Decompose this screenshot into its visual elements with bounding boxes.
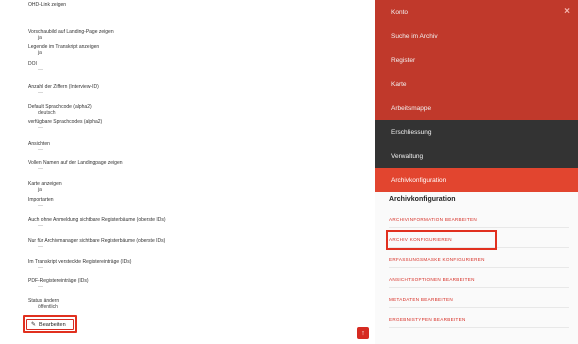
- setting-value: ja: [38, 50, 42, 56]
- setting-value: ja: [38, 35, 42, 41]
- setting-available-langs: verfügbare Sprachcodes (alpha2) —: [28, 119, 102, 131]
- setting-ohd-link: OHD-Link zeigen: [28, 2, 66, 8]
- nav-item-label: Register: [391, 56, 416, 64]
- submenu-item-capture-mask[interactable]: ERFASSUNGSMASKE KONFIGURIEREN: [389, 252, 569, 268]
- setting-value: —: [38, 265, 43, 271]
- close-icon[interactable]: ×: [561, 5, 573, 17]
- nav-item-label: Archivkonfiguration: [391, 176, 447, 184]
- submenu-item-label: ARCHIVINFORMATION BEARBEITEN: [389, 217, 477, 222]
- setting-preview-image: Vorschaubild auf Landing-Page zeigen ja: [28, 29, 114, 41]
- nav-item-label: Karte: [391, 80, 407, 88]
- setting-pdf-entries: PDF-Registereinträge (IDs) —: [28, 278, 89, 290]
- setting-value: —: [38, 67, 43, 73]
- nav-item-archive-config[interactable]: Archivkonfiguration: [375, 168, 578, 192]
- submenu-item-view-options[interactable]: ANSICHTSOPTIONEN BEARBEITEN: [389, 272, 569, 288]
- setting-label: Nur für Archivmanager sichtbare Register…: [28, 238, 166, 244]
- arrow-up-icon: ↑: [361, 329, 365, 337]
- submenu-item-result-types[interactable]: ERGEBNISTYPEN BEARBEITEN: [389, 312, 569, 328]
- nav-item-label: Erschliessung: [391, 128, 432, 136]
- submenu-highlight: [386, 230, 497, 250]
- setting-value: —: [38, 166, 43, 172]
- setting-label: Auch ohne Anmeldung sichtbare Registerbä…: [28, 217, 166, 223]
- setting-views: Ansichten —: [28, 141, 50, 153]
- setting-label: OHD-Link zeigen: [28, 2, 67, 8]
- nav-item-register[interactable]: Register: [375, 48, 578, 72]
- setting-status: Status ändern öffentlich: [28, 298, 59, 310]
- setting-import-types: Importarten —: [28, 197, 54, 209]
- setting-label: DOI: [28, 61, 37, 67]
- setting-value: —: [38, 223, 43, 229]
- setting-value: —: [38, 203, 43, 209]
- nav-item-search[interactable]: Suche im Archiv: [375, 24, 578, 48]
- setting-label: Karte anzeigen: [28, 181, 62, 187]
- setting-manager-registers: Nur für Archivmanager sichtbare Register…: [28, 238, 165, 250]
- sidebar: Konto × Suche im Archiv Register Karte A…: [375, 0, 578, 344]
- nav-item-konto[interactable]: Konto: [375, 0, 578, 24]
- scroll-to-top-button[interactable]: ↑: [357, 327, 369, 339]
- setting-value: deutsch: [38, 110, 56, 116]
- edit-button[interactable]: ✎ Bearbeiten: [26, 319, 74, 330]
- nav-item-indexing[interactable]: Erschliessung: [375, 120, 578, 144]
- submenu-item-archive-info[interactable]: ARCHIVINFORMATION BEARBEITEN: [389, 212, 569, 228]
- edit-button-label: Bearbeiten: [39, 321, 66, 328]
- submenu-item-metadata[interactable]: METADATEN BEARBEITEN: [389, 292, 569, 308]
- setting-default-lang: Default Sprachcode (alpha2) deutsch: [28, 104, 92, 116]
- setting-full-name: Vollen Namen auf der Landingpage zeigen …: [28, 160, 123, 172]
- nav-item-map[interactable]: Karte: [375, 72, 578, 96]
- submenu-item-label: METADATEN BEARBEITEN: [389, 297, 454, 302]
- setting-legend: Legende im Transkript anzeigen ja: [28, 44, 99, 56]
- setting-label: Im Transkript versteckte Registereinträg…: [28, 259, 132, 265]
- setting-doi: DOI —: [28, 61, 43, 73]
- setting-digits: Anzahl der Ziffern (Interview-ID) —: [28, 84, 99, 96]
- nav-item-label: Arbeitsmappe: [391, 104, 432, 112]
- setting-value: —: [38, 244, 43, 250]
- nav-item-administration[interactable]: Verwaltung: [375, 144, 578, 168]
- setting-value: —: [38, 125, 43, 131]
- setting-value: öffentlich: [38, 304, 58, 310]
- setting-public-registers: Auch ohne Anmeldung sichtbare Registerbä…: [28, 217, 166, 229]
- nav-item-workbook[interactable]: Arbeitsmappe: [375, 96, 578, 120]
- setting-show-map: Karte anzeigen ja: [28, 181, 62, 193]
- nav-item-label: Konto: [391, 8, 408, 16]
- submenu-item-label: ERFASSUNGSMASKE KONFIGURIEREN: [389, 257, 485, 262]
- setting-value: ja: [38, 187, 42, 193]
- setting-value: —: [38, 284, 43, 290]
- setting-value: —: [38, 147, 43, 153]
- settings-panel: OHD-Link zeigen Vorschaubild auf Landing…: [28, 0, 368, 344]
- setting-value: —: [38, 90, 43, 96]
- nav-item-label: Verwaltung: [391, 152, 424, 160]
- nav-item-label: Suche im Archiv: [391, 32, 438, 40]
- pencil-icon: ✎: [31, 322, 37, 328]
- submenu-title: Archivkonfiguration: [389, 196, 456, 203]
- submenu-item-label: ANSICHTSOPTIONEN BEARBEITEN: [389, 277, 475, 282]
- setting-hidden-entries: Im Transkript versteckte Registereinträg…: [28, 259, 131, 271]
- submenu-item-label: ERGEBNISTYPEN BEARBEITEN: [389, 317, 466, 322]
